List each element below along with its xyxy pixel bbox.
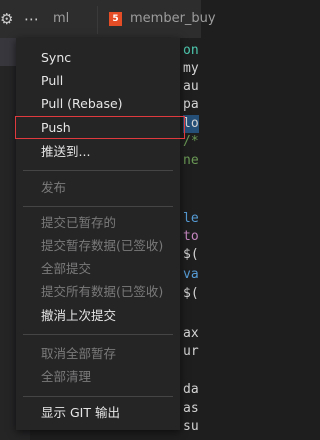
code-line: le <box>183 211 199 226</box>
code-line: da <box>183 382 199 397</box>
code-line: au <box>183 79 199 94</box>
code-line: ur <box>183 344 199 359</box>
code-line: as <box>183 401 199 416</box>
menu-item-unstage-all: 取消全部暂存 <box>41 346 117 361</box>
menu-item-commit-staged-signed: 提交暂存数据(已签收) <box>41 238 164 253</box>
settings-icon[interactable]: ⚙ <box>0 11 13 27</box>
editor-tab-member-buy[interactable]: member_buy <box>130 11 216 26</box>
code-line: lo <box>183 115 199 133</box>
code-line: va <box>183 267 199 282</box>
git-context-menu: Sync Pull Pull (Rebase) Push 推送到... 发布 提… <box>15 38 185 430</box>
code-line: to <box>183 229 199 244</box>
editor-tab-partial[interactable]: ml <box>53 11 69 26</box>
menu-item-pull[interactable]: Pull <box>16 69 180 92</box>
menu-item-commit-all-signed: 提交所有数据(已签收) <box>41 284 164 299</box>
menu-item-push[interactable]: Push <box>15 116 185 139</box>
menu-separator <box>23 334 173 335</box>
menu-item-show-git-output[interactable]: 显示 GIT 输出 <box>16 401 180 424</box>
menu-item-commit-staged: 提交已暂存的 <box>41 215 117 230</box>
code-line: $( <box>183 247 199 262</box>
code-line: ne <box>183 153 199 168</box>
menu-separator <box>23 206 173 207</box>
tab-divider <box>97 6 98 34</box>
menu-item-pull-rebase[interactable]: Pull (Rebase) <box>16 92 180 115</box>
more-actions-icon[interactable]: ⋯ <box>24 11 40 27</box>
menu-separator <box>23 396 173 397</box>
menu-item-publish: 发布 <box>41 180 67 195</box>
menu-item-push-to[interactable]: 推送到... <box>16 140 180 163</box>
html5-file-icon: 5 <box>109 12 122 26</box>
tab-bar: ⚙ ⋯ ml 5 member_buy <box>0 0 216 38</box>
code-line: on <box>183 43 199 58</box>
code-line: ax <box>183 326 199 341</box>
code-line: pa <box>183 97 199 112</box>
code-line: my <box>183 61 199 76</box>
code-line: $( <box>183 286 199 301</box>
menu-item-commit-all: 全部提交 <box>41 261 92 276</box>
code-line: su <box>183 419 199 434</box>
code-line: /* <box>183 134 199 149</box>
menu-item-clean-all: 全部清理 <box>41 369 92 384</box>
menu-item-sync[interactable]: Sync <box>16 46 180 69</box>
menu-separator <box>23 170 173 171</box>
menu-item-undo-last-commit[interactable]: 撤消上次提交 <box>16 304 180 327</box>
